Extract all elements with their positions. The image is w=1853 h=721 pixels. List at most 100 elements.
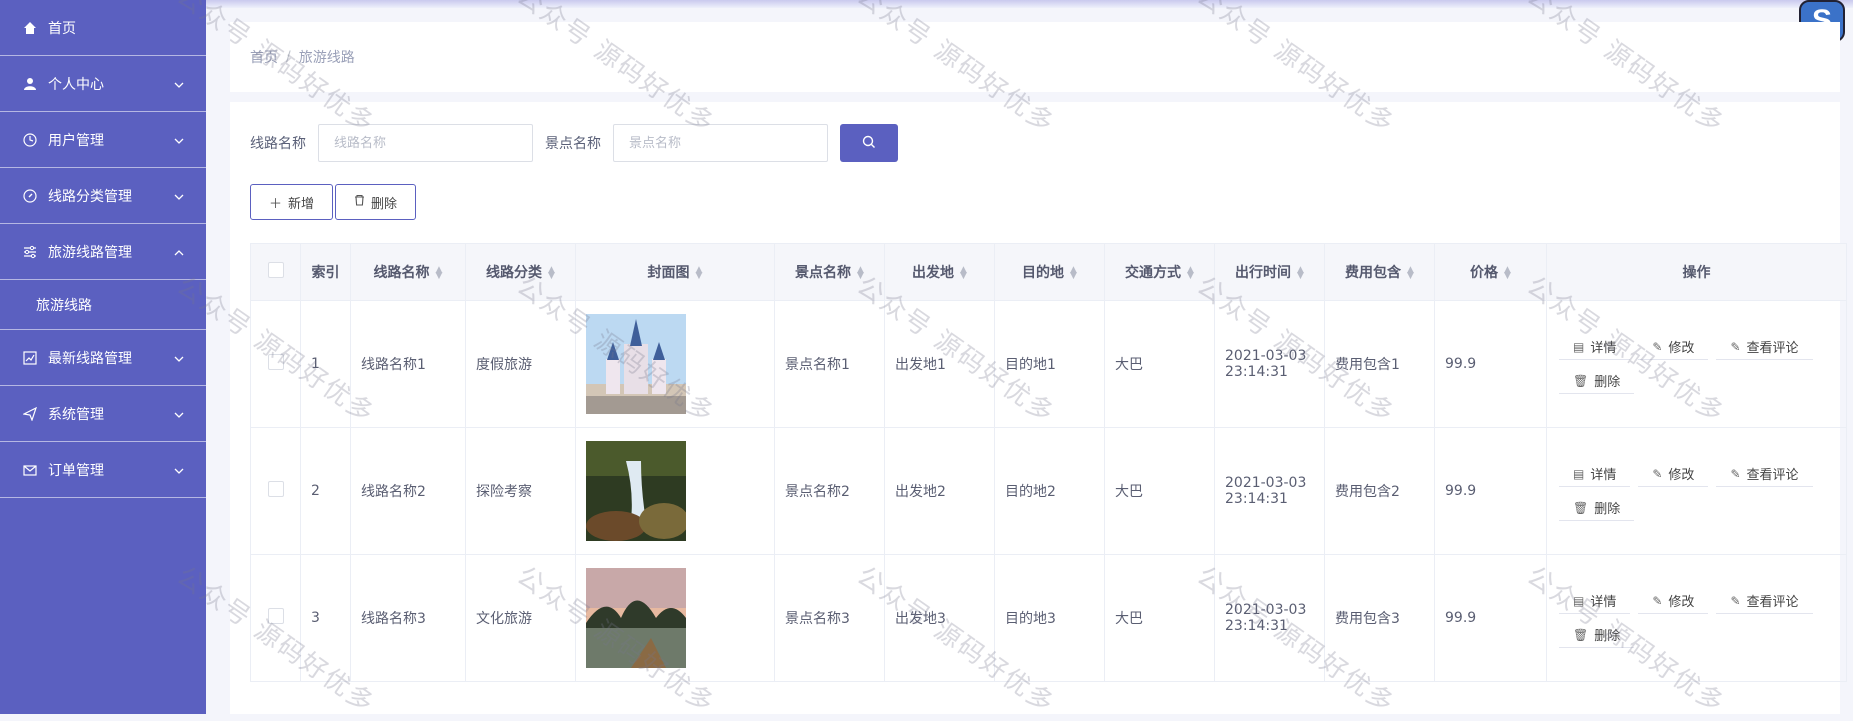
sidebar-item-system[interactable]: 系统管理	[0, 386, 206, 442]
detail-button[interactable]: ▤ 详情	[1559, 334, 1631, 360]
data-table: 索引 线路名称 ▲ ▼ 线路分类 ▲ ▼ 封面图 ▲ ▼ 景点名称 ▲ ▼ 出发地 ▲ ▼ 目的地 ▲…	[250, 243, 1847, 682]
sidebar-item-home[interactable]: 首页	[0, 0, 206, 56]
route-name-input[interactable]	[318, 124, 533, 162]
document-icon: ▤	[1573, 593, 1585, 608]
view-reviews-button[interactable]: ✎ 查看评论	[1716, 461, 1813, 487]
cell-index: 3	[300, 554, 351, 682]
column-header[interactable]: 价格 ▲ ▼	[1434, 243, 1547, 301]
column-header[interactable]: 线路分类 ▲ ▼	[465, 243, 576, 301]
edit-button[interactable]: ✎ 修改	[1638, 588, 1709, 614]
column-header: 索引	[300, 243, 351, 301]
table-header-row: 索引 线路名称 ▲ ▼ 线路分类 ▲ ▼ 封面图 ▲ ▼ 景点名称 ▲ ▼ 出发地 ▲ ▼ 目的地 ▲…	[250, 243, 1847, 301]
row-select-cell[interactable]	[250, 300, 301, 428]
column-header[interactable]: 线路名称 ▲ ▼	[350, 243, 466, 301]
cell-index: 1	[300, 300, 351, 428]
row-delete-button[interactable]: 🗑 删除	[1559, 622, 1635, 648]
main-panel: 线路名称 景点名称 ＋ 新增 删除 索引	[230, 102, 1847, 714]
sort-icon[interactable]: ▲ ▼	[857, 266, 864, 281]
cell-cover	[575, 554, 775, 682]
view-reviews-button[interactable]: ✎ 查看评论	[1716, 334, 1813, 360]
row-select-cell[interactable]	[250, 427, 301, 555]
sidebar-item-latest-route[interactable]: 最新线路管理	[0, 330, 206, 386]
search-icon	[862, 135, 876, 152]
sort-icon[interactable]: ▲ ▼	[436, 266, 443, 281]
select-all-checkbox[interactable]	[267, 262, 284, 278]
cell-actions: ▤ 详情 ✎ 修改 ✎ 查看评论 🗑 删除	[1546, 427, 1847, 555]
cell-from: 出发地2	[884, 427, 995, 555]
column-header[interactable]: 出发地 ▲ ▼	[884, 243, 995, 301]
edit-button[interactable]: ✎ 修改	[1638, 334, 1709, 360]
sort-icon[interactable]: ▲ ▼	[960, 266, 967, 281]
cell-fee: 费用包含1	[1324, 300, 1435, 428]
sidebar-item-label: 线路分类管理	[48, 188, 132, 205]
sidebar-item-personal-center[interactable]: 个人中心	[0, 56, 206, 112]
pencil-icon: ✎	[1652, 593, 1663, 608]
row-delete-button[interactable]: 🗑 删除	[1559, 368, 1635, 394]
sort-icon[interactable]: ▲ ▼	[548, 266, 555, 281]
sort-icon[interactable]: ▲ ▼	[1297, 266, 1304, 281]
cover-image-castle[interactable]	[586, 314, 686, 414]
cover-image-waterfall[interactable]	[586, 441, 686, 541]
breadcrumb-home[interactable]: 首页	[250, 47, 278, 67]
chevron-down-icon	[174, 188, 184, 204]
chevron-down-icon	[174, 76, 184, 92]
sidebar-item-route-category[interactable]: 线路分类管理	[0, 168, 206, 224]
sidebar-item-label: 系统管理	[48, 406, 104, 423]
cell-route: 线路名称2	[350, 427, 466, 555]
search-bar: 线路名称 景点名称	[250, 124, 898, 162]
chevron-down-icon	[174, 406, 184, 422]
column-header[interactable]: 景点名称 ▲ ▼	[774, 243, 885, 301]
cell-actions: ▤ 详情 ✎ 修改 ✎ 查看评论 🗑 删除	[1546, 554, 1847, 682]
sort-icon[interactable]: ▲ ▼	[1070, 266, 1077, 281]
add-button[interactable]: ＋ 新增	[250, 184, 334, 220]
edit-button[interactable]: ✎ 修改	[1638, 461, 1709, 487]
route-name-label: 线路名称	[250, 136, 306, 152]
row-delete-button[interactable]: 🗑 删除	[1559, 495, 1635, 521]
column-header[interactable]: 费用包含 ▲ ▼	[1324, 243, 1435, 301]
column-header[interactable]: 目的地 ▲ ▼	[994, 243, 1105, 301]
sort-icon[interactable]: ▲ ▼	[1407, 266, 1414, 281]
table-row: 1 线路名称1 度假旅游 景点名称1 出发地1 目的地1 大巴 2021-03-…	[250, 300, 1847, 428]
sort-icon[interactable]: ▲ ▼	[1187, 266, 1194, 281]
row-select-cell[interactable]	[250, 554, 301, 682]
sidebar-item-tour-route-management[interactable]: 旅游线路管理	[0, 224, 206, 280]
column-header[interactable]: 出行时间 ▲ ▼	[1214, 243, 1325, 301]
sidebar-subitem-tour-route[interactable]: 旅游线路	[0, 280, 206, 330]
sidebar: 首页 个人中心 用户管理 线路分类管理 旅游线路管理 旅游线路 最新线路管理 系…	[0, 0, 206, 714]
search-button[interactable]	[840, 124, 898, 162]
row-checkbox[interactable]	[267, 481, 284, 497]
cell-price: 99.9	[1434, 300, 1547, 428]
cell-spot: 景点名称2	[774, 427, 885, 555]
cell-time: 2021-03-03 23:14:31	[1214, 427, 1325, 555]
document-icon: ▤	[1573, 466, 1585, 481]
clock-icon	[22, 132, 38, 148]
sidebar-item-label: 首页	[48, 20, 76, 37]
cell-fee: 费用包含2	[1324, 427, 1435, 555]
row-checkbox[interactable]	[267, 608, 284, 624]
sidebar-item-order[interactable]: 订单管理	[0, 442, 206, 498]
row-checkbox[interactable]	[267, 354, 284, 370]
delete-button[interactable]: 删除	[335, 184, 417, 220]
cell-time: 2021-03-03 23:14:31	[1214, 554, 1325, 682]
plus-icon: ＋	[269, 196, 283, 212]
cell-to: 目的地1	[994, 300, 1105, 428]
cell-transport: 大巴	[1104, 427, 1215, 555]
cell-cover	[575, 427, 775, 555]
cell-to: 目的地3	[994, 554, 1105, 682]
detail-button[interactable]: ▤ 详情	[1559, 588, 1631, 614]
column-header[interactable]: 封面图 ▲ ▼	[575, 243, 775, 301]
spot-name-input[interactable]	[613, 124, 828, 162]
sidebar-subitem-label: 旅游线路	[36, 297, 92, 314]
trash-icon: 🗑	[1573, 373, 1589, 388]
column-header[interactable]: 交通方式 ▲ ▼	[1104, 243, 1215, 301]
view-reviews-button[interactable]: ✎ 查看评论	[1716, 588, 1813, 614]
add-button-label: 新增	[288, 196, 315, 212]
sidebar-item-user-management[interactable]: 用户管理	[0, 112, 206, 168]
detail-button[interactable]: ▤ 详情	[1559, 461, 1631, 487]
chevron-down-icon	[174, 350, 184, 366]
select-all-cell[interactable]	[250, 243, 301, 301]
user-icon	[22, 76, 38, 92]
cover-image-lake[interactable]	[586, 568, 686, 668]
sort-icon[interactable]: ▲ ▼	[696, 266, 703, 281]
sort-icon[interactable]: ▲ ▼	[1504, 266, 1511, 281]
